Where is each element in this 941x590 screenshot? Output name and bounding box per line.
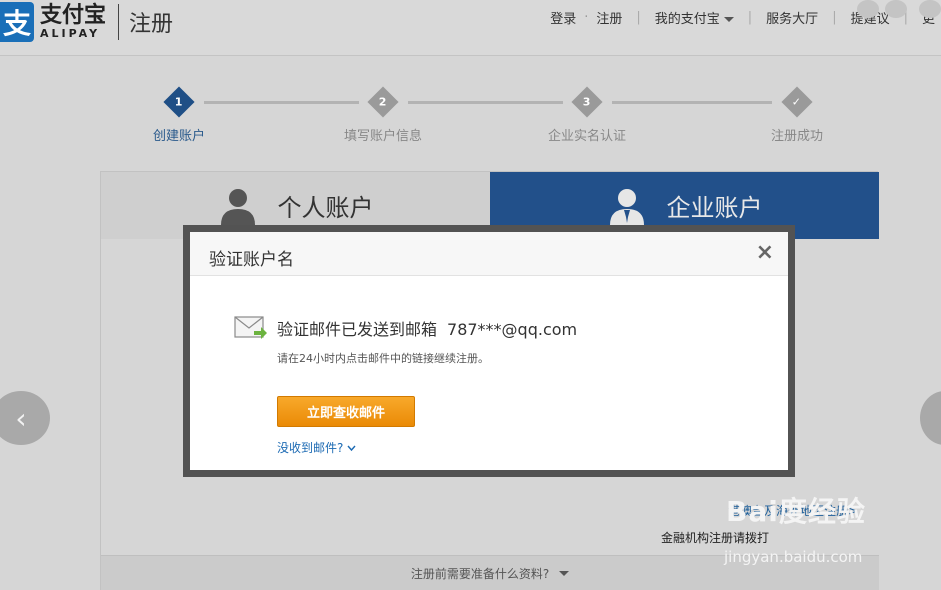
alipay-logo[interactable]: 支 支付宝 ALIPAY 注册 — [0, 0, 173, 44]
nav-my-alipay-label: 我的支付宝 — [654, 12, 720, 27]
email-sent-text: 验证邮件已发送到邮箱 — [277, 320, 438, 339]
nav-divider: | — [832, 10, 837, 25]
step-4: ✓ 注册成功 — [742, 86, 852, 144]
mail-sent-icon — [234, 316, 267, 339]
preparation-info-label: 注册前需要准备什么资料? — [410, 567, 550, 581]
step-2-number: 2 — [379, 95, 387, 109]
step-1: 1 创建账户 — [124, 86, 234, 144]
close-icon[interactable]: × — [756, 240, 774, 265]
step-4-marker: ✓ — [781, 86, 813, 118]
top-nav: 登录 · 注册 | 我的支付宝 | 服务大厅 | 提建议 | 更 — [544, 0, 941, 27]
alipay-logo-icon: 支 — [0, 2, 34, 42]
email-sent-message: 验证邮件已发送到邮箱 787***@qq.com — [277, 316, 577, 340]
tab-personal-label: 个人账户 — [277, 194, 374, 222]
chevron-left-icon: ‹ — [15, 401, 27, 435]
next-arrow-button[interactable] — [920, 391, 941, 445]
registration-steps: 1 创建账户 2 填写账户信息 3 企业实名认证 ✓ 注册成功 — [140, 86, 840, 146]
top-header: 支 支付宝 ALIPAY 注册 登录 · 注册 | 我的支付宝 | 服务大厅 |… — [0, 0, 941, 56]
avatar-icon[interactable] — [919, 0, 941, 18]
dialog-title: 验证账户名 — [209, 250, 294, 270]
no-email-received-link[interactable]: 没收到邮件? — [277, 439, 356, 456]
step-3-label: 企业实名认证 — [547, 129, 626, 144]
step-2-label: 填写账户信息 — [343, 129, 422, 144]
tab-business-label: 企业账户 — [666, 194, 763, 222]
masked-email: 787***@qq.com — [447, 320, 578, 339]
baidu-jingyan-watermark: Bai度经验 — [726, 490, 866, 530]
nav-divider: | — [636, 10, 641, 25]
finance-institution-text: 金融机构注册请拨打 — [661, 531, 770, 545]
nav-dot-separator: · — [584, 10, 589, 25]
dialog-content: 验证账户名 × 验证邮件已发送到邮箱 787***@qq.com 请在24小时内点… — [190, 232, 788, 470]
no-email-label: 没收到邮件? — [277, 441, 344, 455]
logo-en-text: ALIPAY — [40, 27, 101, 40]
nav-my-alipay-menu[interactable]: 我的支付宝 — [655, 8, 734, 27]
link-expiry-hint: 请在24小时内点击邮件中的链接继续注册。 — [277, 352, 489, 365]
logo-text: 支付宝 ALIPAY — [40, 4, 106, 40]
nav-divider: | — [747, 10, 753, 25]
step-4-label: 注册成功 — [770, 129, 823, 144]
step-3: 3 企业实名认证 — [532, 86, 642, 144]
tool-icon[interactable] — [885, 0, 907, 18]
top-icon-group — [857, 0, 941, 18]
step-1-label: 创建账户 — [152, 129, 205, 144]
step-1-marker: 1 — [163, 86, 195, 118]
checkmark-icon: ✓ — [792, 95, 802, 109]
business-person-icon — [609, 188, 644, 225]
chevron-down-icon — [347, 445, 356, 452]
page-title: 注册 — [129, 12, 174, 37]
step-3-number: 3 — [583, 95, 591, 109]
check-email-button[interactable]: 立即查收邮件 — [277, 396, 415, 427]
share-icon[interactable] — [857, 0, 879, 18]
watermark-url: jingyan.baidu.com — [724, 548, 863, 566]
step-2: 2 填写账户信息 — [328, 86, 438, 144]
verify-account-dialog: 验证账户名 × 验证邮件已发送到邮箱 787***@qq.com 请在24小时内点… — [183, 225, 795, 477]
nav-login-link[interactable]: 登录 — [550, 8, 576, 27]
person-icon — [220, 188, 255, 225]
logo-divider — [118, 4, 120, 40]
nav-service-link[interactable]: 服务大厅 — [766, 8, 818, 27]
watermark-logo: Bai度经验 — [726, 495, 866, 528]
dialog-header: 验证账户名 × — [190, 232, 788, 276]
step-3-marker: 3 — [571, 86, 603, 118]
step-2-marker: 2 — [367, 86, 399, 118]
logo-cn-text: 支付宝 — [40, 3, 107, 28]
nav-register-link[interactable]: 注册 — [596, 8, 622, 27]
chevron-down-icon — [723, 17, 734, 22]
step-1-number: 1 — [175, 95, 183, 109]
previous-arrow-button[interactable]: ‹ — [0, 391, 50, 445]
chevron-down-icon — [559, 571, 570, 576]
